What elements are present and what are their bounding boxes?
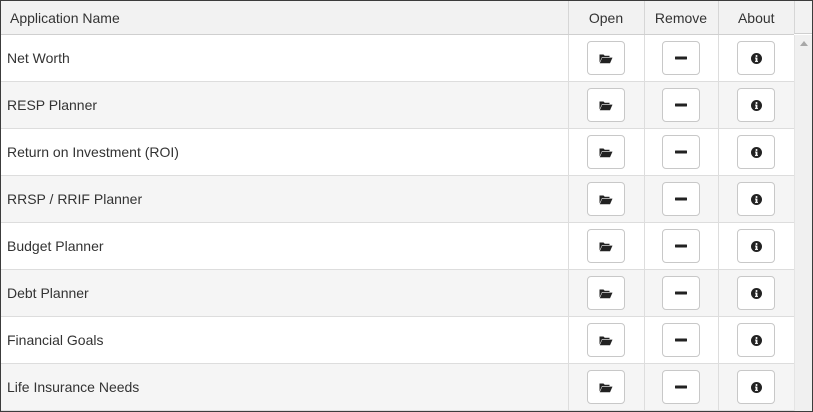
about-button[interactable]: [737, 41, 776, 75]
folder-open-icon: [599, 195, 613, 204]
column-header-remove: Remove: [643, 1, 718, 35]
folder-open-icon: [599, 242, 613, 251]
table-row: RRSP / RRIF Planner: [1, 175, 794, 223]
application-name: RRSP / RRIF Planner: [1, 175, 568, 223]
applications-panel: Application Name Open Remove About Net W…: [0, 0, 813, 412]
vertical-scrollbar[interactable]: [794, 35, 812, 411]
remove-button[interactable]: [662, 88, 700, 122]
minus-icon: [675, 291, 687, 295]
remove-button[interactable]: [662, 323, 700, 357]
application-name: Net Worth: [1, 34, 568, 82]
remove-button[interactable]: [662, 135, 700, 169]
application-name: Debt Planner: [1, 269, 568, 317]
open-button[interactable]: [587, 135, 625, 169]
scroll-up-arrow-icon[interactable]: [800, 41, 808, 46]
open-button[interactable]: [587, 229, 625, 263]
open-button[interactable]: [587, 41, 625, 75]
info-icon: [750, 52, 762, 64]
remove-button[interactable]: [662, 276, 700, 310]
table-row: Return on Investment (ROI): [1, 128, 794, 176]
open-button[interactable]: [587, 88, 625, 122]
column-header-open: Open: [567, 1, 644, 35]
about-button[interactable]: [737, 135, 776, 169]
application-name: Budget Planner: [1, 222, 568, 270]
application-name: Life Insurance Needs: [1, 363, 568, 411]
open-button[interactable]: [587, 276, 625, 310]
folder-open-icon: [599, 101, 613, 110]
minus-icon: [675, 385, 687, 389]
folder-open-icon: [599, 289, 613, 298]
application-name: RESP Planner: [1, 81, 568, 129]
table-row: Net Worth: [1, 34, 794, 82]
application-name: Return on Investment (ROI): [1, 128, 568, 176]
folder-open-icon: [599, 336, 613, 345]
header-spacer: [794, 1, 812, 34]
about-button[interactable]: [737, 323, 776, 357]
column-header-about: About: [717, 1, 794, 35]
about-button[interactable]: [737, 229, 776, 263]
info-icon: [750, 381, 762, 393]
folder-open-icon: [599, 148, 613, 157]
remove-button[interactable]: [662, 229, 700, 263]
table-row: Financial Goals: [1, 316, 794, 364]
minus-icon: [675, 338, 687, 342]
about-button[interactable]: [737, 182, 776, 216]
table-row: RESP Planner: [1, 81, 794, 129]
minus-icon: [675, 56, 687, 60]
minus-icon: [675, 197, 687, 201]
minus-icon: [675, 244, 687, 248]
application-name: Financial Goals: [1, 316, 568, 364]
folder-open-icon: [599, 54, 613, 63]
table-row: Debt Planner: [1, 269, 794, 317]
info-icon: [750, 146, 762, 158]
minus-icon: [675, 150, 687, 154]
folder-open-icon: [599, 383, 613, 392]
minus-icon: [675, 103, 687, 107]
remove-button[interactable]: [662, 41, 700, 75]
info-icon: [750, 99, 762, 111]
column-header-application-name: Application Name: [1, 1, 568, 35]
info-icon: [750, 193, 762, 205]
remove-button[interactable]: [662, 182, 700, 216]
open-button[interactable]: [587, 370, 625, 404]
table-header-row: Application Name Open Remove About: [1, 1, 794, 35]
info-icon: [750, 240, 762, 252]
applications-table: Application Name Open Remove About Net W…: [1, 1, 794, 411]
open-button[interactable]: [587, 323, 625, 357]
table-row: Budget Planner: [1, 222, 794, 270]
info-icon: [750, 287, 762, 299]
table-row: Life Insurance Needs: [1, 363, 794, 411]
about-button[interactable]: [737, 370, 776, 404]
remove-button[interactable]: [662, 370, 700, 404]
info-icon: [750, 334, 762, 346]
about-button[interactable]: [737, 276, 776, 310]
about-button[interactable]: [737, 88, 776, 122]
open-button[interactable]: [587, 182, 625, 216]
